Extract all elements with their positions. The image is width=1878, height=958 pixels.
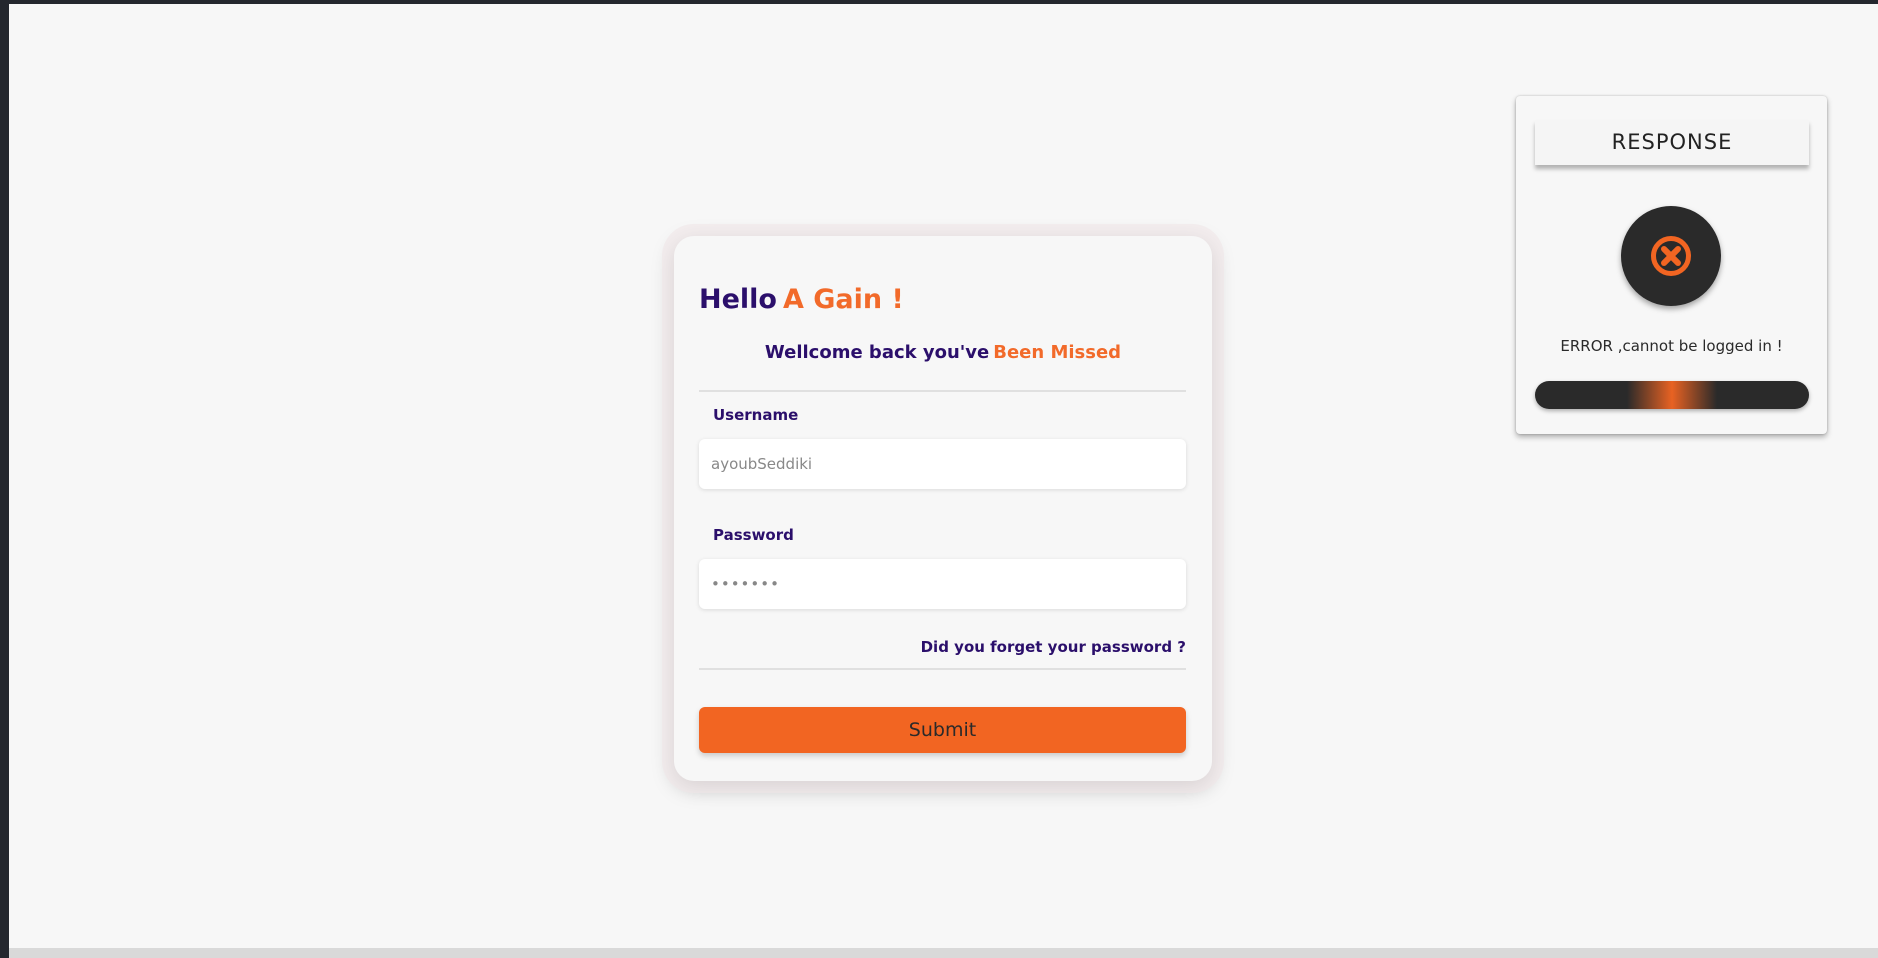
welcome-subtitle: Wellcome back you've Been Missed <box>674 342 1212 363</box>
login-card: Hello A Gain ! Wellcome back you've Been M… <box>674 236 1212 781</box>
response-progress-bar <box>1535 381 1809 409</box>
username-input[interactable]: ayoubSeddiki <box>699 439 1186 489</box>
forgot-divider <box>699 668 1186 670</box>
password-input[interactable]: ••••••• <box>699 559 1186 609</box>
progress-indicator <box>1627 381 1717 409</box>
username-label: Username <box>713 406 799 424</box>
error-status-badge <box>1621 206 1721 306</box>
greeting-again: A Gain ! <box>782 284 904 315</box>
welcome-text: Wellcome back you've <box>764 342 990 363</box>
x-circle-icon <box>1651 236 1691 276</box>
forgot-password-link[interactable]: Did you forget your password ? <box>921 638 1186 656</box>
greeting-heading: Hello A Gain ! <box>699 284 904 315</box>
welcome-highlight: Been Missed <box>993 342 1122 363</box>
error-message: ERROR ,cannot be logged in ! <box>1560 337 1783 355</box>
window-bottom-edge <box>9 948 1878 958</box>
response-panel: RESPONSE ERROR ,cannot be logged in ! <box>1516 96 1827 434</box>
submit-button[interactable]: Submit <box>699 707 1186 753</box>
browser-viewport: Hello A Gain ! Wellcome back you've Been M… <box>9 4 1878 948</box>
password-label: Password <box>713 526 794 544</box>
response-title: RESPONSE <box>1535 120 1809 165</box>
header-divider <box>699 390 1186 392</box>
greeting-hello: Hello <box>699 284 777 315</box>
